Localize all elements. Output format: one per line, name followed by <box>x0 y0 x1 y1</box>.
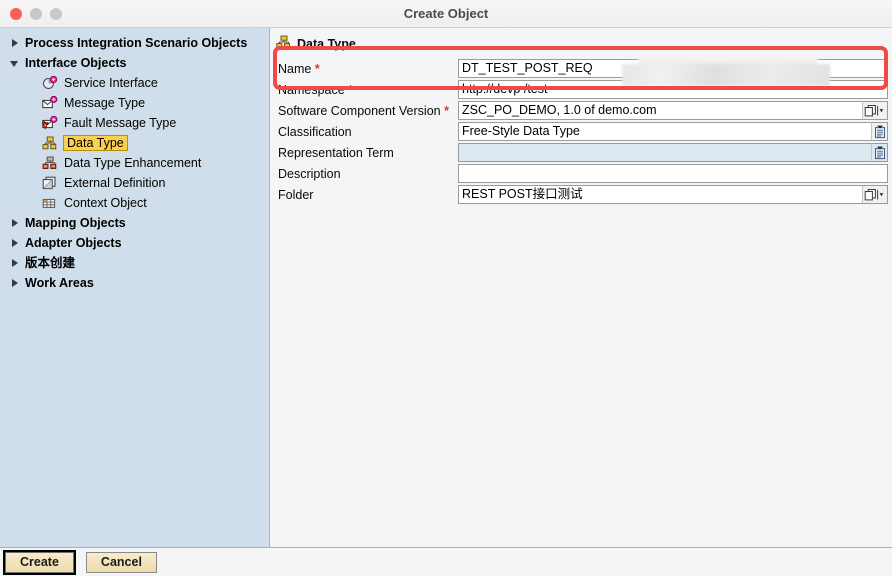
sidebar-item-external-definition[interactable]: External Definition <box>0 173 269 193</box>
field-label-software-component-version: Software Component Version * <box>278 104 458 118</box>
chevron-right-icon[interactable] <box>8 216 22 230</box>
field-label-text: Representation Term <box>278 145 394 160</box>
sidebar-item-context-object[interactable]: Context Object <box>0 193 269 213</box>
data-type-icon <box>42 136 59 151</box>
sidebar-item-mapping-objects[interactable]: Mapping Objects <box>0 213 269 233</box>
sidebar-item-label: Interface Objects <box>25 55 127 70</box>
dialog-body: Process Integration Scenario Objects Inte… <box>0 28 892 547</box>
form-row-classification: Classification Free-Style Data Type <box>278 121 892 142</box>
object-detail-panel: Data Type Name * DT_TEST_POST_REQ Namespac… <box>270 28 892 547</box>
field-control-classification[interactable]: Free-Style Data Type <box>458 122 888 141</box>
field-control-representation-term[interactable] <box>458 143 888 162</box>
required-marker: * <box>440 103 449 118</box>
redaction-block-main <box>622 64 830 86</box>
window-titlebar: Create Object <box>0 0 892 28</box>
dialog-footer: Create Cancel <box>0 547 892 576</box>
field-label-classification: Classification <box>278 125 458 139</box>
sidebar-item-service-interface[interactable]: Service Interface <box>0 73 269 93</box>
field-label-text: Folder <box>278 187 314 202</box>
create-button[interactable]: Create <box>3 549 76 575</box>
create-object-dialog: Create Object Process Integration Scenar… <box>0 0 892 576</box>
sidebar-item-label: Data Type <box>63 135 128 151</box>
service-interface-icon <box>42 75 59 91</box>
sidebar-item-label: Fault Message Type <box>64 115 177 130</box>
required-marker: * <box>311 61 320 76</box>
value-help-button-representation-term[interactable] <box>871 143 888 162</box>
chevron-right-icon[interactable] <box>8 36 22 50</box>
sidebar-item-data-type[interactable]: Data Type <box>0 133 269 153</box>
window-controls <box>0 7 62 20</box>
field-label-text: Namespace <box>278 82 345 97</box>
sidebar-item-版本创建[interactable]: 版本创建 <box>0 253 269 273</box>
form-row-folder: Folder REST POST接口测试 <box>278 184 892 205</box>
field-label-description: Description <box>278 167 458 181</box>
message-type-icon <box>42 95 59 111</box>
value-help-button-classification[interactable] <box>871 122 888 141</box>
field-label-namespace: Namespace * <box>278 83 458 97</box>
external-definition-icon <box>42 176 59 191</box>
field-label-folder: Folder <box>278 188 458 202</box>
sidebar-item-label: Context Object <box>64 195 147 210</box>
input-description[interactable] <box>458 164 888 183</box>
sidebar-item-adapter-objects[interactable]: Adapter Objects <box>0 233 269 253</box>
input-software-component-version[interactable]: ZSC_PO_DEMO, 1.0 of demo.com <box>458 101 862 120</box>
chevron-right-icon[interactable] <box>8 276 22 290</box>
sidebar-item-label: Work Areas <box>25 275 94 290</box>
field-control-folder[interactable]: REST POST接口测试 <box>458 185 888 204</box>
field-control-description[interactable] <box>458 164 888 183</box>
chevron-down-icon[interactable] <box>8 56 22 70</box>
data-type-enhancement-icon <box>42 156 59 171</box>
sidebar-item-label: Process Integration Scenario Objects <box>25 35 248 50</box>
form-row-description: Description <box>278 163 892 184</box>
sidebar-item-label: Mapping Objects <box>25 215 126 230</box>
field-label-text: Software Component Version <box>278 103 441 118</box>
object-type-tree[interactable]: Process Integration Scenario Objects Inte… <box>0 28 270 547</box>
sidebar-item-label: External Definition <box>64 175 166 190</box>
form-row-software-component-version: Software Component Version * ZSC_PO_DEMO,… <box>278 100 892 121</box>
browse-button-folder[interactable] <box>862 185 888 204</box>
sidebar-item-label: Data Type Enhancement <box>64 155 202 170</box>
input-representation-term[interactable] <box>458 143 871 162</box>
fault-message-type-icon <box>41 115 59 131</box>
field-label-name: Name * <box>278 62 458 76</box>
sidebar-item-label: Message Type <box>64 95 146 110</box>
section-title: Data Type <box>297 36 356 51</box>
sidebar-item-label: Service Interface <box>64 75 158 90</box>
sidebar-item-process-integration-scenario-objects[interactable]: Process Integration Scenario Objects <box>0 33 269 53</box>
sidebar-item-label: Adapter Objects <box>25 235 122 250</box>
close-window-icon[interactable] <box>10 7 22 20</box>
cancel-button[interactable]: Cancel <box>85 551 157 573</box>
field-label-text: Description <box>278 166 341 181</box>
data-type-icon <box>276 35 291 52</box>
maximize-window-icon[interactable] <box>50 7 62 20</box>
required-marker: * <box>344 82 354 97</box>
context-object-icon <box>42 196 59 211</box>
input-folder[interactable]: REST POST接口测试 <box>458 185 862 204</box>
chevron-right-icon[interactable] <box>8 236 22 250</box>
sidebar-item-interface-objects[interactable]: Interface Objects <box>0 53 269 73</box>
sidebar-item-message-type[interactable]: Message Type <box>0 93 269 113</box>
input-classification[interactable]: Free-Style Data Type <box>458 122 871 141</box>
form-row-representation-term: Representation Term <box>278 142 892 163</box>
field-label-text: Classification <box>278 124 352 139</box>
browse-button-software-component-version[interactable] <box>862 101 888 120</box>
field-label-text: Name <box>278 61 312 76</box>
chevron-right-icon[interactable] <box>8 256 22 270</box>
sidebar-item-work-areas[interactable]: Work Areas <box>0 273 269 293</box>
field-label-representation-term: Representation Term <box>278 146 458 160</box>
sidebar-item-fault-message-type[interactable]: Fault Message Type <box>0 113 269 133</box>
sidebar-item-label: 版本创建 <box>25 255 76 270</box>
minimize-window-icon[interactable] <box>30 7 42 20</box>
sidebar-item-data-type-enhancement[interactable]: Data Type Enhancement <box>0 153 269 173</box>
window-title: Create Object <box>403 6 489 21</box>
field-control-software-component-version[interactable]: ZSC_PO_DEMO, 1.0 of demo.com <box>458 101 888 120</box>
